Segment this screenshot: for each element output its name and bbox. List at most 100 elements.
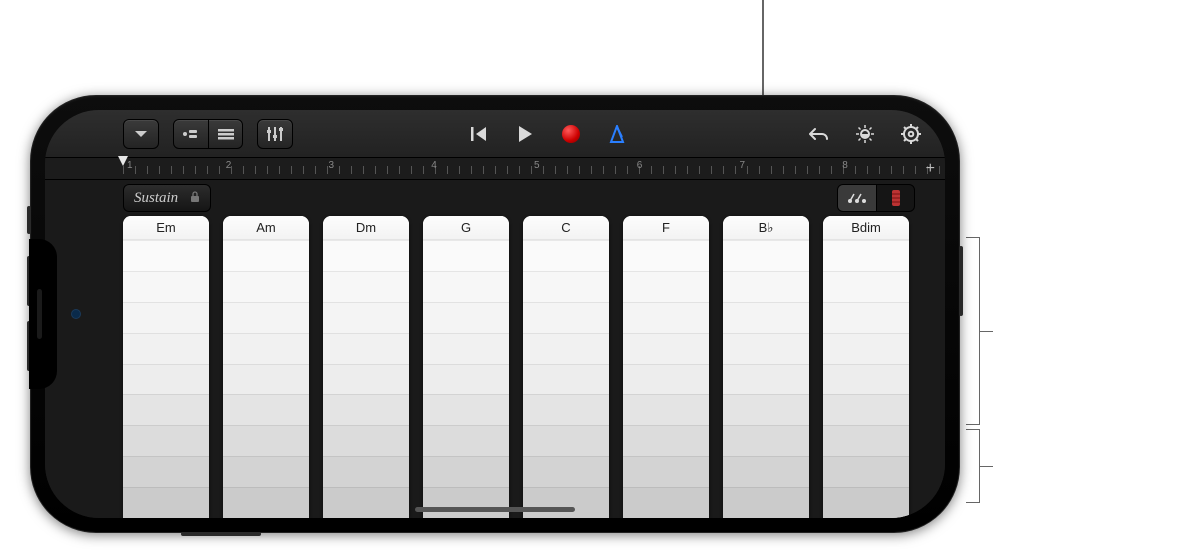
chord-segment[interactable] — [123, 487, 209, 518]
chord-segment[interactable] — [123, 394, 209, 425]
chord-segment[interactable] — [523, 240, 609, 271]
chord-segment[interactable] — [423, 364, 509, 395]
chord-label: Am — [223, 216, 309, 240]
chord-segment[interactable] — [723, 456, 809, 487]
add-section-button[interactable]: + — [926, 160, 935, 178]
chord-segment[interactable] — [323, 487, 409, 518]
chord-segment[interactable] — [623, 425, 709, 456]
go-to-beginning-button[interactable] — [463, 118, 495, 150]
chord-segment[interactable] — [423, 240, 509, 271]
edit-chords-button[interactable] — [849, 118, 881, 150]
chord-segment[interactable] — [123, 240, 209, 271]
chord-segment[interactable] — [723, 425, 809, 456]
metronome-button[interactable] — [601, 118, 633, 150]
chord-strip[interactable]: Bdim — [823, 216, 909, 518]
chord-segment[interactable] — [823, 302, 909, 333]
chord-strip[interactable]: Am — [223, 216, 309, 518]
chord-segment[interactable] — [723, 271, 809, 302]
chord-segment[interactable] — [823, 394, 909, 425]
track-controls-button[interactable] — [257, 119, 293, 149]
chord-segment[interactable] — [823, 425, 909, 456]
chord-segment[interactable] — [723, 394, 809, 425]
chord-segment[interactable] — [723, 333, 809, 364]
undo-button[interactable] — [803, 118, 835, 150]
chord-strip[interactable]: Dm — [323, 216, 409, 518]
chord-segment[interactable] — [223, 487, 309, 518]
chord-segment[interactable] — [523, 271, 609, 302]
chord-segment[interactable] — [523, 394, 609, 425]
chord-segment[interactable] — [123, 333, 209, 364]
chord-segment[interactable] — [723, 487, 809, 518]
record-button[interactable] — [555, 118, 587, 150]
chord-segment[interactable] — [823, 240, 909, 271]
chord-segment[interactable] — [323, 364, 409, 395]
chord-segment[interactable] — [623, 271, 709, 302]
chord-segment[interactable] — [223, 240, 309, 271]
chord-segment[interactable] — [423, 302, 509, 333]
chord-strip[interactable]: B♭ — [723, 216, 809, 518]
chord-segment[interactable] — [423, 487, 509, 518]
chord-strip[interactable]: F — [623, 216, 709, 518]
chord-segment[interactable] — [323, 302, 409, 333]
chord-segment[interactable] — [123, 425, 209, 456]
sustain-toggle[interactable]: Sustain — [123, 184, 211, 212]
chord-segment[interactable] — [723, 240, 809, 271]
settings-button[interactable] — [895, 118, 927, 150]
chord-label: Dm — [323, 216, 409, 240]
chord-segment[interactable] — [223, 425, 309, 456]
chord-segment[interactable] — [623, 364, 709, 395]
playhead[interactable] — [123, 158, 135, 179]
chord-segment[interactable] — [823, 333, 909, 364]
chord-segment[interactable] — [623, 456, 709, 487]
chord-segment[interactable] — [523, 364, 609, 395]
chord-segment[interactable] — [223, 394, 309, 425]
chord-segment[interactable] — [823, 487, 909, 518]
chord-segment[interactable] — [723, 364, 809, 395]
chord-segment[interactable] — [623, 487, 709, 518]
chord-segment[interactable] — [823, 271, 909, 302]
timeline-ruler[interactable]: 1 2 3 4 5 6 7 8 + — [45, 158, 945, 180]
chord-segment[interactable] — [423, 456, 509, 487]
chord-segment[interactable] — [323, 240, 409, 271]
chord-segment[interactable] — [423, 425, 509, 456]
chord-segment[interactable] — [823, 364, 909, 395]
chord-segment[interactable] — [323, 456, 409, 487]
nav-disclosure-button[interactable] — [123, 119, 159, 149]
play-button[interactable] — [509, 118, 541, 150]
chord-segment[interactable] — [723, 302, 809, 333]
chord-segment[interactable] — [323, 394, 409, 425]
chord-segment[interactable] — [223, 271, 309, 302]
chord-strip[interactable]: Em — [123, 216, 209, 518]
chord-segment[interactable] — [223, 333, 309, 364]
chord-segment[interactable] — [523, 333, 609, 364]
chord-segment[interactable] — [223, 456, 309, 487]
chord-segment[interactable] — [123, 271, 209, 302]
chord-segment[interactable] — [523, 456, 609, 487]
chord-segment[interactable] — [323, 333, 409, 364]
chord-segment[interactable] — [123, 364, 209, 395]
instrument-browser-button[interactable] — [174, 120, 208, 148]
chord-segment[interactable] — [423, 333, 509, 364]
chord-strip[interactable]: G — [423, 216, 509, 518]
chord-segment[interactable] — [423, 394, 509, 425]
chord-segment[interactable] — [323, 425, 409, 456]
chord-segment[interactable] — [423, 271, 509, 302]
chord-segment[interactable] — [223, 364, 309, 395]
chord-segment[interactable] — [623, 302, 709, 333]
tracks-view-button[interactable] — [208, 120, 242, 148]
chord-segment[interactable] — [323, 271, 409, 302]
chord-segment[interactable] — [823, 456, 909, 487]
chord-strips-view-button[interactable] — [838, 185, 876, 211]
chord-segment[interactable] — [123, 456, 209, 487]
chord-segment[interactable] — [623, 240, 709, 271]
chord-segment[interactable] — [623, 333, 709, 364]
chord-segment[interactable] — [523, 425, 609, 456]
chord-segment[interactable] — [123, 302, 209, 333]
chord-segment[interactable] — [523, 487, 609, 518]
home-indicator[interactable] — [415, 507, 575, 512]
chord-segment[interactable] — [523, 302, 609, 333]
chord-strip[interactable]: C — [523, 216, 609, 518]
chord-segment[interactable] — [223, 302, 309, 333]
notes-view-button[interactable] — [876, 185, 914, 211]
chord-segment[interactable] — [623, 394, 709, 425]
